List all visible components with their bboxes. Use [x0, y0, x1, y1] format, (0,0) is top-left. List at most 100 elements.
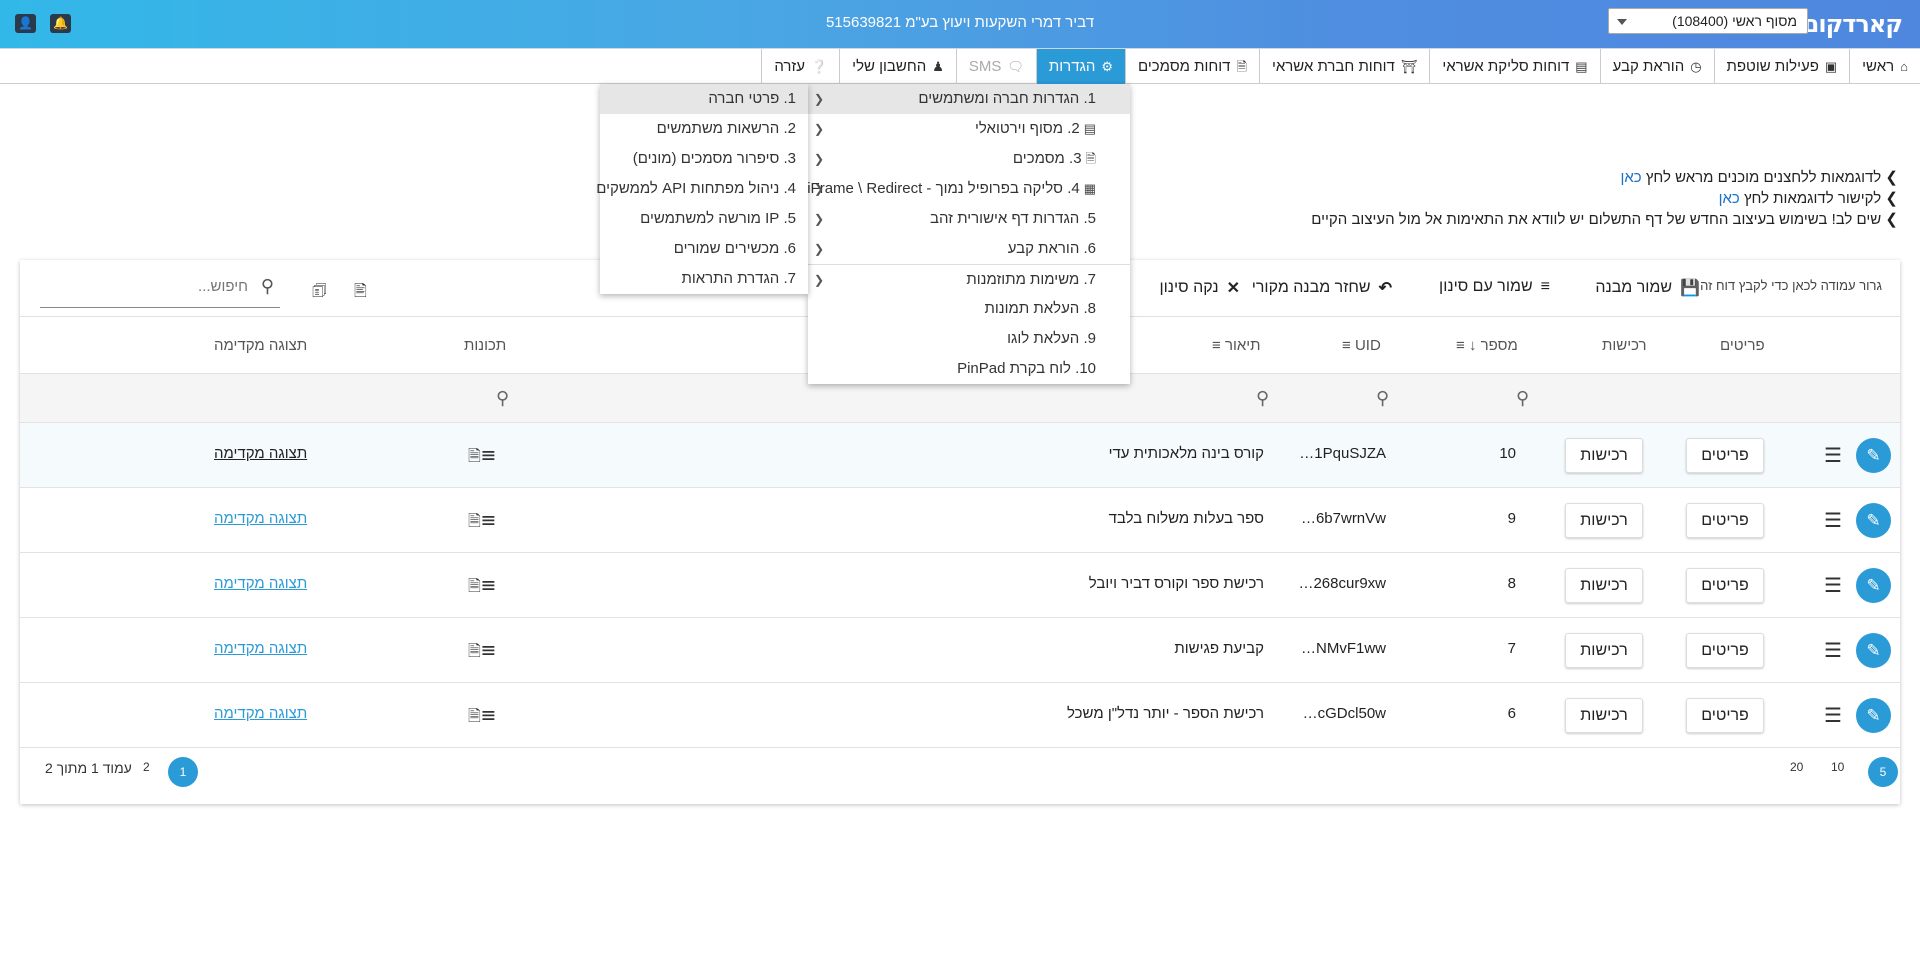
filter-icon[interactable]: ≡: [1342, 337, 1351, 354]
items-button[interactable]: פריטים: [1686, 633, 1764, 668]
menu-icon[interactable]: ☰: [1824, 573, 1842, 598]
table-row[interactable]: ✎ ☰ פריטים רכישות 10 …1PquSJZA קורס בינה…: [20, 423, 1900, 488]
menu-item-virtual-terminal[interactable]: ▤2. מסוף וירטואלי ❮: [808, 114, 1130, 144]
items-button[interactable]: פריטים: [1686, 438, 1764, 473]
list-icon[interactable]: ☰: [481, 708, 496, 725]
nav-sms[interactable]: 🗨 SMS: [955, 49, 1036, 84]
table-row[interactable]: ✎ ☰ פריטים רכישות 7 …NMvF1ww קביעת פגישו…: [20, 618, 1900, 683]
filter-icon[interactable]: ≡: [1212, 337, 1221, 354]
menu-icon[interactable]: ☰: [1824, 508, 1842, 533]
document-icon[interactable]: 🗎: [468, 708, 481, 725]
nav-current-activity[interactable]: ▣ פעילות שוטפת: [1713, 49, 1850, 84]
col-uid[interactable]: ≡ UID: [1342, 337, 1381, 354]
document-icon[interactable]: 🗎: [468, 448, 481, 465]
menu-item-low-profile[interactable]: ▦4. סליקה בפרופיל נמוך - iFrame \ Redire…: [807, 174, 1130, 204]
document-icon[interactable]: 🗎: [468, 513, 481, 530]
table-row[interactable]: ✎ ☰ פריטים רכישות 6 …cGDcl50w רכישת הספר…: [20, 683, 1900, 748]
link-examples-link[interactable]: כאן: [1719, 190, 1740, 207]
export-pdf-icon[interactable]: 🗊: [312, 280, 327, 307]
nav-clearing-reports[interactable]: ▤ דוחות סליקת אשראי: [1429, 49, 1599, 84]
edit-icon[interactable]: ✎: [1856, 698, 1891, 733]
page-size-10[interactable]: 10: [1831, 760, 1844, 774]
edit-icon[interactable]: ✎: [1856, 503, 1891, 538]
col-items[interactable]: פריטים: [1720, 337, 1765, 354]
nav-credit-company-reports[interactable]: ⛩ דוחות חברת אשראי: [1258, 49, 1429, 84]
edit-icon[interactable]: ✎: [1856, 568, 1891, 603]
export-excel-icon[interactable]: 🖹: [354, 280, 367, 307]
purchases-button[interactable]: רכישות: [1565, 503, 1643, 538]
items-button[interactable]: פריטים: [1686, 503, 1764, 538]
col-description[interactable]: ≡ תיאור: [1212, 337, 1261, 354]
menu-icon[interactable]: ☰: [1824, 638, 1842, 663]
document-icon[interactable]: 🗎: [468, 578, 481, 595]
menu-item-documents[interactable]: 🗎3. מסמכים ❮: [808, 144, 1130, 174]
submenu-alerts[interactable]: 7. הגדרת התראות: [600, 264, 808, 294]
preview-link[interactable]: תצוגה מקדימה: [214, 510, 307, 527]
nav-standing-order[interactable]: ◷ הוראת קבע: [1599, 49, 1714, 84]
menu-icon[interactable]: ☰: [1824, 443, 1842, 468]
edit-icon[interactable]: ✎: [1856, 438, 1891, 473]
menu-item-gold-page[interactable]: 5. הגדרות דף אישורית זהב ❮: [808, 204, 1130, 234]
preview-link[interactable]: תצוגה מקדימה: [214, 640, 307, 657]
items-button[interactable]: פריטים: [1686, 568, 1764, 603]
menu-icon[interactable]: ☰: [1824, 703, 1842, 728]
nav-my-account[interactable]: ♟ החשבון שלי: [839, 49, 956, 84]
table-row[interactable]: ✎ ☰ פריטים רכישות 9 …6b7wrnVw ספר בעלות …: [20, 488, 1900, 553]
buttons-examples-link[interactable]: כאן: [1620, 169, 1641, 186]
menu-item-scheduled-tasks[interactable]: 7. משימות מתוזמנות ❮: [808, 264, 1130, 294]
save-layout-button[interactable]: 💾 שמור מבנה: [1595, 278, 1700, 298]
preview-link[interactable]: תצוגה מקדימה: [214, 705, 307, 722]
nav-help[interactable]: ❔ עזרה: [761, 49, 839, 84]
menu-item-upload-images[interactable]: 8. העלאת תמונות: [808, 294, 1130, 324]
page-2-button[interactable]: 2: [143, 760, 150, 774]
nav-settings[interactable]: ⚙ הגדרות: [1035, 49, 1126, 84]
clear-filter-button[interactable]: ✕ נקה סינון: [1159, 278, 1240, 298]
search-icon[interactable]: ⚲: [1516, 388, 1529, 409]
submenu-document-numbering[interactable]: 3. סיפרור מסמכים (מונים): [600, 144, 808, 174]
credit-card-icon: ▤: [1083, 121, 1096, 136]
purchases-button[interactable]: רכישות: [1565, 438, 1643, 473]
menu-item-company-users[interactable]: 1. הגדרות חברה ומשתמשים ❮: [808, 84, 1130, 114]
edit-icon[interactable]: ✎: [1856, 633, 1891, 668]
submenu-company-details[interactable]: 1. פרטי חברה: [600, 84, 808, 114]
purchases-button[interactable]: רכישות: [1565, 568, 1643, 603]
col-features[interactable]: תכונות: [464, 337, 506, 354]
document-icon[interactable]: 🗎: [468, 643, 481, 660]
search-icon[interactable]: ⚲: [1256, 388, 1269, 409]
restore-layout-button[interactable]: ↶ שחזר מבנה מקורי: [1252, 278, 1392, 298]
search-input[interactable]: [58, 278, 248, 295]
nav-document-reports[interactable]: 🗎 דוחות מסמכים: [1125, 49, 1259, 84]
search-field[interactable]: ⚲: [40, 270, 280, 308]
purchases-button[interactable]: רכישות: [1565, 698, 1643, 733]
search-icon[interactable]: ⚲: [496, 388, 509, 409]
col-number[interactable]: ≡ ↓ מספר: [1456, 337, 1518, 354]
preview-link[interactable]: תצוגה מקדימה: [214, 575, 307, 592]
submenu-api-keys[interactable]: 4. ניהול מפתחות API לממשקים: [596, 174, 808, 204]
table-row[interactable]: ✎ ☰ פריטים רכישות 8 …268cur9xw רכישת ספר…: [20, 553, 1900, 618]
list-icon[interactable]: ☰: [481, 448, 496, 465]
search-icon[interactable]: ⚲: [1376, 388, 1389, 409]
items-button[interactable]: פריטים: [1686, 698, 1764, 733]
submenu-allowed-ip[interactable]: 5. IP מורשה למשתמשים: [600, 204, 808, 234]
col-preview[interactable]: תצוגה מקדימה: [214, 337, 307, 354]
page-size-5[interactable]: 5: [1868, 757, 1898, 787]
menu-item-standing-order[interactable]: 6. הוראת קבע ❮: [808, 234, 1130, 264]
nav-home[interactable]: ⌂ ראשי: [1849, 49, 1920, 84]
user-icon[interactable]: 👤: [15, 14, 36, 33]
save-with-filter-button[interactable]: ≡ שמור עם סינון: [1439, 278, 1550, 296]
menu-label: 7. משימות מתוזמנות: [966, 271, 1096, 288]
list-icon[interactable]: ☰: [481, 643, 496, 660]
purchases-button[interactable]: רכישות: [1565, 633, 1643, 668]
submenu-user-permissions[interactable]: 2. הרשאות משתמשים: [600, 114, 808, 144]
notifications-bell-icon[interactable]: 🔔: [50, 14, 71, 33]
menu-item-pinpad[interactable]: 10. לוח בקרת PinPad: [808, 354, 1130, 384]
page-1-button[interactable]: 1: [168, 757, 198, 787]
page-size-20[interactable]: 20: [1790, 760, 1803, 774]
menu-item-upload-logo[interactable]: 9. העלאת לוגו: [808, 324, 1130, 354]
list-icon[interactable]: ☰: [481, 513, 496, 530]
submenu-saved-devices[interactable]: 6. מכשירים שמורים: [600, 234, 808, 264]
list-icon[interactable]: ☰: [481, 578, 496, 595]
col-purchases[interactable]: רכישות: [1602, 337, 1647, 354]
filter-icon[interactable]: ≡: [1456, 337, 1465, 354]
preview-link[interactable]: תצוגה מקדימה: [214, 445, 307, 462]
